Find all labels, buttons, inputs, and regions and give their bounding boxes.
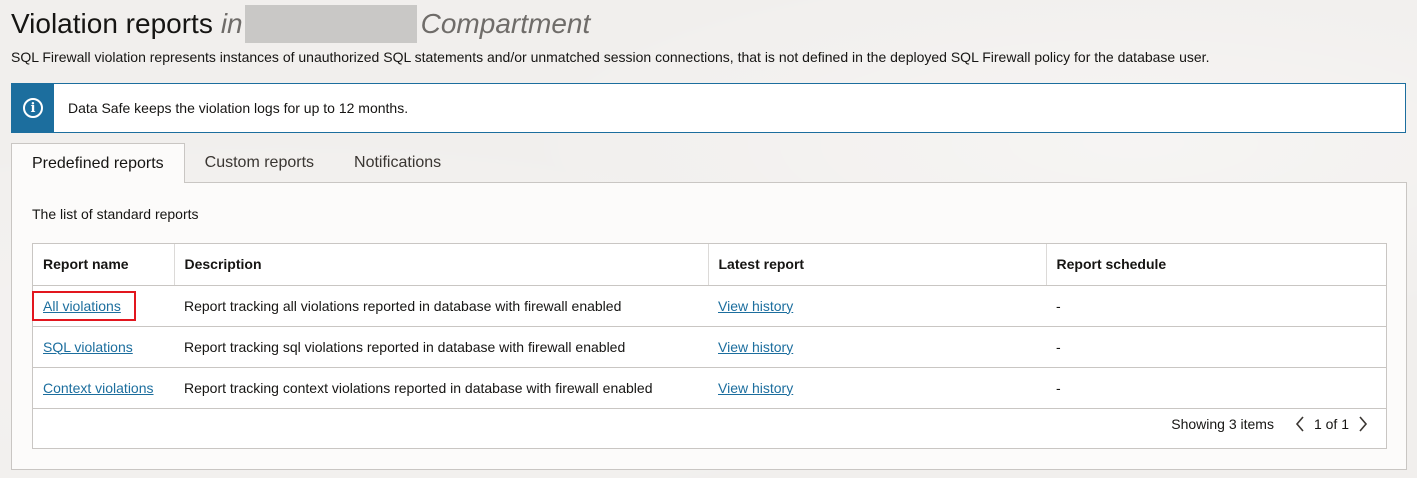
view-history-link[interactable]: View history xyxy=(718,298,793,314)
report-description: Report tracking all violations reported … xyxy=(174,285,708,327)
reports-table: Report name Description Latest report Re… xyxy=(32,243,1387,449)
info-icon-box: i xyxy=(12,84,54,132)
column-header-report-name[interactable]: Report name xyxy=(33,244,175,286)
tab-custom-reports[interactable]: Custom reports xyxy=(185,143,334,183)
page-title-in: in xyxy=(220,8,243,39)
table-header-row: Report name Description Latest report Re… xyxy=(33,244,1386,286)
redacted-compartment-name xyxy=(244,5,417,43)
page-title-compartment: Compartment xyxy=(420,8,591,39)
info-icon: i xyxy=(23,98,43,118)
column-header-description[interactable]: Description xyxy=(174,244,709,286)
report-link-context-violations[interactable]: Context violations xyxy=(43,380,154,396)
report-description: Report tracking context violations repor… xyxy=(174,367,708,409)
report-description: Report tracking sql violations reported … xyxy=(174,326,708,368)
page-title-text: Violation reports xyxy=(11,8,213,39)
report-schedule: - xyxy=(1046,285,1386,327)
panel-subtitle: The list of standard reports xyxy=(32,206,199,222)
view-history-link[interactable]: View history xyxy=(718,339,793,355)
info-banner: i Data Safe keeps the violation logs for… xyxy=(11,83,1406,133)
table-row: Context violations Report tracking conte… xyxy=(33,367,1386,409)
view-history-link[interactable]: View history xyxy=(718,380,793,396)
report-schedule: - xyxy=(1046,367,1386,409)
info-banner-text: Data Safe keeps the violation logs for u… xyxy=(68,100,409,116)
page-title: Violation reports in Compartment xyxy=(11,4,590,44)
report-tabs: Predefined reports Custom reports Notifi… xyxy=(11,143,461,183)
table-row: SQL violations Report tracking sql viola… xyxy=(33,326,1386,368)
showing-items-text: Showing 3 items xyxy=(1171,416,1274,432)
column-header-latest-report[interactable]: Latest report xyxy=(708,244,1047,286)
report-link-sql-violations[interactable]: SQL violations xyxy=(43,339,133,355)
tab-notifications[interactable]: Notifications xyxy=(334,143,461,183)
pagination: Showing 3 items 1 of 1 xyxy=(1171,414,1371,434)
report-link-all-violations[interactable]: All violations xyxy=(43,298,121,314)
chevron-left-icon[interactable] xyxy=(1292,414,1308,434)
table-row: All violations Report tracking all viola… xyxy=(33,285,1386,327)
page-info: 1 of 1 xyxy=(1313,416,1349,432)
predefined-reports-panel: The list of standard reports Report name… xyxy=(11,182,1407,470)
report-schedule: - xyxy=(1046,326,1386,368)
column-header-report-schedule[interactable]: Report schedule xyxy=(1046,244,1386,286)
chevron-right-icon[interactable] xyxy=(1355,414,1371,434)
page-description: SQL Firewall violation represents instan… xyxy=(11,49,1210,65)
tab-predefined-reports[interactable]: Predefined reports xyxy=(11,143,185,183)
